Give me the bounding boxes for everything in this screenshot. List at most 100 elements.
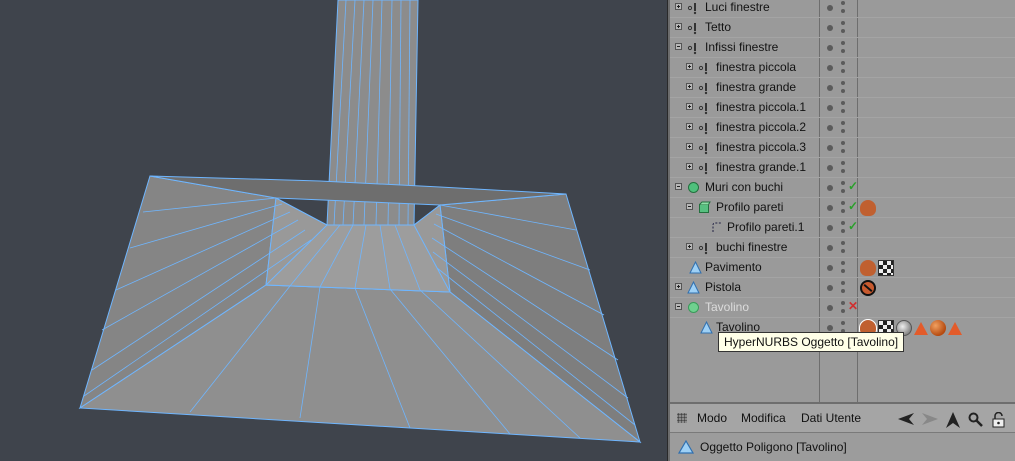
object-name[interactable]: Tavolino	[705, 300, 749, 314]
object-name[interactable]: Pavimento	[705, 260, 762, 274]
object-name[interactable]: finestra piccola.2	[716, 120, 806, 134]
object-row[interactable]: Tetto	[670, 17, 1015, 37]
object-name[interactable]: finestra grande	[716, 80, 796, 94]
layer-dot-icon[interactable]	[827, 25, 833, 31]
visibility-icon[interactable]	[841, 200, 845, 215]
collapse-icon[interactable]	[675, 303, 682, 310]
visibility-icon[interactable]	[841, 300, 845, 315]
visibility-icon[interactable]	[841, 80, 845, 95]
layer-dot-icon[interactable]	[827, 165, 833, 171]
object-name[interactable]: finestra piccola.3	[716, 140, 806, 154]
visibility-icon[interactable]	[841, 160, 845, 175]
material-tag-icon[interactable]	[860, 260, 876, 276]
object-row[interactable]: Muri con buchi ✓	[670, 177, 1015, 197]
object-name[interactable]: finestra piccola	[716, 60, 796, 74]
arrow-left-icon[interactable]	[898, 412, 914, 426]
collapse-icon[interactable]	[686, 203, 693, 210]
collapse-icon[interactable]	[675, 183, 682, 190]
grip-icon[interactable]	[677, 413, 687, 423]
layer-dot-icon[interactable]	[827, 185, 833, 191]
object-row[interactable]: Profilo pareti ✓	[670, 197, 1015, 217]
arrow-up-icon[interactable]	[946, 412, 960, 428]
visibility-icon[interactable]	[841, 100, 845, 115]
object-row[interactable]: Luci finestre	[670, 0, 1015, 17]
layer-dot-icon[interactable]	[827, 65, 833, 71]
material-ball-icon[interactable]	[930, 320, 946, 336]
object-row[interactable]: buchi finestre	[670, 237, 1015, 257]
visibility-icon[interactable]	[841, 0, 845, 15]
object-row[interactable]: Pavimento	[670, 257, 1015, 277]
object-row[interactable]: Infissi finestre	[670, 37, 1015, 57]
visibility-icon[interactable]	[841, 120, 845, 135]
checker-tag-icon[interactable]	[878, 260, 894, 276]
object-name[interactable]: Luci finestre	[705, 0, 770, 14]
menu-modo[interactable]: Modo	[697, 411, 727, 425]
3d-viewport[interactable]	[0, 0, 667, 461]
visibility-icon[interactable]	[841, 260, 845, 275]
expand-icon[interactable]	[686, 143, 693, 150]
object-row[interactable]: finestra grande	[670, 77, 1015, 97]
visibility-icon[interactable]	[841, 280, 845, 295]
object-name[interactable]: Tetto	[705, 20, 731, 34]
object-row[interactable]: finestra piccola.3	[670, 137, 1015, 157]
expand-icon[interactable]	[686, 163, 693, 170]
object-row[interactable]: finestra piccola.2	[670, 117, 1015, 137]
expand-icon[interactable]	[686, 103, 693, 110]
visibility-icon[interactable]	[841, 140, 845, 155]
layer-dot-icon[interactable]	[827, 205, 833, 211]
object-row[interactable]: Profilo pareti.1 ✓	[670, 217, 1015, 237]
menu-dati-utente[interactable]: Dati Utente	[801, 411, 861, 425]
triangle-tag-icon[interactable]	[948, 321, 962, 335]
forbidden-tag-icon[interactable]	[860, 280, 876, 296]
object-name[interactable]: Profilo pareti.1	[727, 220, 804, 234]
layer-dot-icon[interactable]	[827, 105, 833, 111]
expand-icon[interactable]	[675, 23, 682, 30]
object-name[interactable]: Pistola	[705, 280, 741, 294]
expand-icon[interactable]	[675, 283, 682, 290]
arrow-right-icon[interactable]	[922, 412, 938, 426]
triangle-tag-icon[interactable]	[914, 321, 928, 335]
expand-icon[interactable]	[675, 3, 682, 10]
object-row[interactable]: finestra piccola	[670, 57, 1015, 77]
expand-icon[interactable]	[686, 63, 693, 70]
object-name[interactable]: finestra piccola.1	[716, 100, 806, 114]
collapse-icon[interactable]	[675, 43, 682, 50]
expand-icon[interactable]	[686, 123, 693, 130]
search-icon[interactable]	[968, 412, 983, 427]
status-icon[interactable]: ✓	[848, 199, 858, 213]
layer-dot-icon[interactable]	[827, 5, 833, 11]
object-row[interactable]: finestra piccola.1	[670, 97, 1015, 117]
layer-dot-icon[interactable]	[827, 285, 833, 291]
visibility-icon[interactable]	[841, 60, 845, 75]
object-name[interactable]: finestra grande.1	[716, 160, 806, 174]
visibility-icon[interactable]	[841, 40, 845, 55]
object-row[interactable]: finestra grande.1	[670, 157, 1015, 177]
layer-dot-icon[interactable]	[827, 265, 833, 271]
lock-icon[interactable]	[992, 412, 1005, 428]
layer-dot-icon[interactable]	[827, 85, 833, 91]
menu-modifica[interactable]: Modifica	[741, 411, 786, 425]
object-name[interactable]: Infissi finestre	[705, 40, 778, 54]
layer-dot-icon[interactable]	[827, 45, 833, 51]
layer-dot-icon[interactable]	[827, 225, 833, 231]
status-icon[interactable]: ✕	[848, 299, 858, 313]
layer-dot-icon[interactable]	[827, 245, 833, 251]
layer-dot-icon[interactable]	[827, 305, 833, 311]
object-name[interactable]: Profilo pareti	[716, 200, 783, 214]
visibility-icon[interactable]	[841, 220, 845, 235]
object-row[interactable]: Pistola	[670, 277, 1015, 297]
layer-dot-icon[interactable]	[827, 325, 833, 331]
visibility-icon[interactable]	[841, 240, 845, 255]
object-name[interactable]: buchi finestre	[716, 240, 787, 254]
layer-dot-icon[interactable]	[827, 145, 833, 151]
visibility-icon[interactable]	[841, 20, 845, 35]
layer-dot-icon[interactable]	[827, 125, 833, 131]
material-tag-icon[interactable]	[860, 200, 876, 216]
object-row[interactable]: Tavolino ✕	[670, 297, 1015, 317]
visibility-icon[interactable]	[841, 180, 845, 195]
expand-icon[interactable]	[686, 243, 693, 250]
expand-icon[interactable]	[686, 83, 693, 90]
status-icon[interactable]: ✓	[848, 179, 858, 193]
status-icon[interactable]: ✓	[848, 219, 858, 233]
object-name[interactable]: Muri con buchi	[705, 180, 783, 194]
